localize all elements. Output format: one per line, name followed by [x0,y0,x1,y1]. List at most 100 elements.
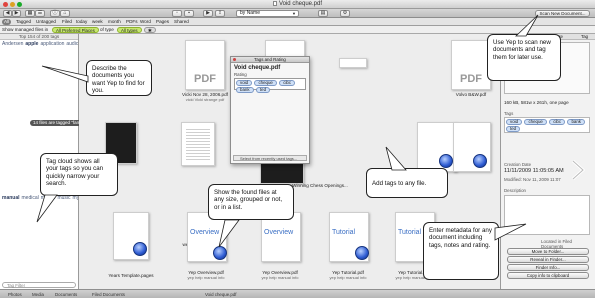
zoom-in-button[interactable]: ▪ [184,10,194,17]
sort-value: by Name [240,10,261,16]
back-arrow-icon: ◀ [5,10,10,16]
scope-month[interactable]: month [108,19,121,25]
scope-word[interactable]: Word [140,19,151,25]
tag-token[interactable]: bank [567,119,585,125]
finder-info-button[interactable]: Finder Info... [507,264,589,271]
status-bar: Photos Media Documents Filed Documents V… [0,289,595,298]
tag-token[interactable]: ted [506,126,521,132]
recent-tags-popup[interactable]: Select from recently used tags... [233,155,307,161]
callout-tag-cloud: Tag cloud shows all your tags so you can… [40,153,118,196]
tag-token[interactable]: cheque [524,119,547,125]
scope-today[interactable]: today [76,19,87,25]
panel-close-icon[interactable] [233,58,236,61]
tag-filter-input[interactable]: Tag Filter [2,282,76,288]
status-item[interactable]: Photos [8,292,22,297]
pdf-button[interactable]: ▤ [318,10,328,17]
file-tags: yep help manual info [329,275,367,280]
forward-arrow-icon: ▶ [14,10,19,16]
window-title-wrap: Void cheque.pdf [0,1,595,7]
status-item[interactable]: Media [32,292,44,297]
tutorial-title: Tutorial [332,229,356,236]
tag-cloud-item[interactable]: application [40,41,64,47]
type-filter-pill[interactable]: All types [117,27,142,33]
file-tags: yep help manual info [261,275,299,280]
share-icon: ⇪ [217,10,223,16]
reveal-in-finder-button[interactable]: Reveal in Finder... [507,256,589,263]
tags-rating-panel: Tags and Rating Void cheque.pdf Rating v… [230,56,310,164]
tag-token[interactable]: void [506,119,523,125]
pages-app-icon [133,242,147,256]
tags-rating-title-text: Tags and Rating [254,57,286,62]
info-icon: ⓘ [52,10,58,16]
scope-untagged[interactable]: Untagged [36,19,56,25]
scope-tagged[interactable]: Tagged [16,19,31,25]
file-type-label: PDF [194,73,216,85]
status-item[interactable]: Documents [55,292,77,297]
callout-scan: Use Yep to scan new documents and tag th… [487,34,561,81]
tag-menu-button[interactable]: Tag [581,34,588,40]
pages-app-icon [439,154,453,168]
scope-bar: All Tagged Untagged Filed today week mon… [0,18,595,26]
list-icon: ☰ [37,10,43,16]
tag-cloud-top: AndersenappleapplicationaudiobillBooksbu… [0,40,78,48]
scope-pdfs[interactable]: PDFs [126,19,137,25]
callout-found-tail [218,219,240,248]
info-button[interactable]: ⓘ [50,10,60,17]
file-name: Winning Chess Openings... [292,183,348,188]
filter-label: Show managed files in [2,27,49,32]
creation-date-value: 11/11/2009 11:05:05 AM [504,168,564,174]
tag-token[interactable]: cheque [254,80,277,86]
copy-info-button[interactable]: Copy info to clipboard [507,272,589,279]
tag-token[interactable]: cibc [279,80,296,86]
callout-add-tags: Add tags to any file. [366,168,448,198]
callout-describe-tail [41,65,89,83]
toolbar: ◀ ▶ ▦ ☰ ⓘ ⌂ ▫ ▪ ▶ ⇪ by Name ▼ ▤ ⚙ Scan N… [0,9,595,18]
file-name: Years Template.pages [108,273,154,278]
description-label: Description [504,188,526,193]
action-button[interactable]: ⚙ [340,10,350,17]
tag-token[interactable]: ted [255,87,271,93]
panel-file-name: Void cheque.pdf [234,65,281,71]
tag-token[interactable]: bank [236,87,254,93]
callout-meta-tail [494,223,527,241]
extra-filter-pill[interactable]: ✱ [144,27,156,33]
panel-rating-label: Rating [234,72,247,77]
panel-tag-field[interactable]: void cheque cibc bank ted [234,78,306,93]
sort-popup[interactable]: by Name ▼ [236,10,299,17]
share-button[interactable]: ⇪ [215,10,225,17]
tag-cloud-item[interactable]: audio [66,41,78,47]
document-icon [272,1,277,6]
tag-cloud-item[interactable]: Andersen [2,41,23,47]
scope-week[interactable]: week [92,19,103,25]
tag-button[interactable]: ⌂ [60,10,70,17]
view-list-button[interactable]: ☰ [35,10,45,17]
file-size-info: 160 kB, 581w x 261h, one page [504,100,569,105]
tags-label: Tags [504,111,514,116]
forward-button[interactable]: ▶ [12,10,21,17]
place-filter-pill[interactable]: All Preferred Places [52,27,99,33]
zoom-out-button[interactable]: ▫ [172,10,182,17]
scope-filed[interactable]: Filed [62,19,72,25]
title-bar: Void cheque.pdf [0,0,595,9]
scope-shared[interactable]: Shared [174,19,189,25]
tag-token[interactable]: cibc [549,119,566,125]
tag-cloud-item[interactable]: manual [2,195,20,201]
pages-app-icon [355,246,369,260]
chevron-down-icon: ▼ [292,11,296,16]
scope-all[interactable]: All [2,19,12,25]
document-thumbnail [181,122,215,166]
chevron-right-icon[interactable] [570,159,586,181]
status-item[interactable]: Filed Documents [92,292,125,297]
inspector-tag-field[interactable]: void cheque cibc bank ted [504,117,590,133]
callout-describe: Describe the documents you want Yep to f… [86,60,152,96]
tag-cloud-item[interactable]: apple [25,41,38,47]
view-grid-button[interactable]: ▦ [25,10,35,17]
scan-new-document-button[interactable]: Scan New Document... [535,10,590,17]
slideshow-button[interactable]: ▶ [203,10,213,17]
scope-pages[interactable]: Pages [156,19,169,25]
status-item[interactable]: Void cheque.pdf [205,292,237,297]
document-thumbnail: PDF [451,40,491,90]
pdf-icon: ▤ [320,10,326,16]
tag-token[interactable]: void [236,80,253,86]
back-button[interactable]: ◀ [3,10,12,17]
